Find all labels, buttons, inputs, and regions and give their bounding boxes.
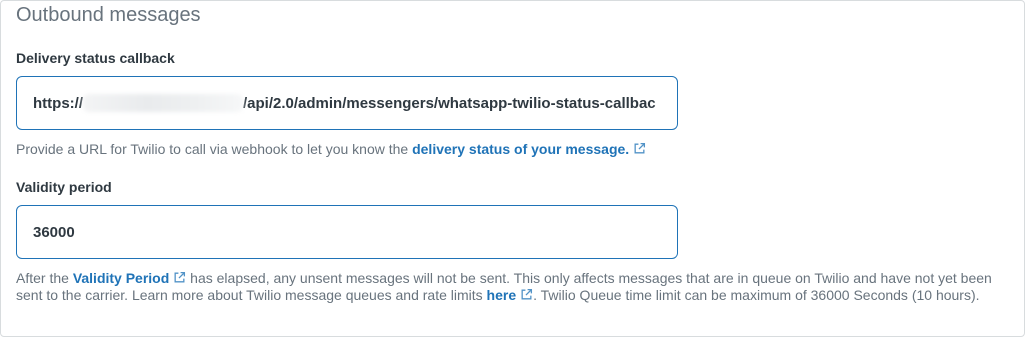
external-link-icon[interactable] (173, 271, 186, 284)
callback-url-prefix: https:// (33, 94, 83, 112)
validity-period-label: Validity period (16, 179, 112, 195)
validity-hint: After the Validity Period has elapsed, a… (16, 270, 1016, 304)
validity-hint-text-1: After the (16, 270, 73, 286)
validity-hint-text-3: . Twilio Queue time limit can be maximum… (533, 287, 980, 303)
validity-period-value: 36000 (33, 223, 75, 241)
validity-period-input[interactable]: 36000 (16, 205, 678, 259)
external-link-icon[interactable] (520, 288, 533, 301)
delivery-status-callback-input[interactable]: https:// /api/2.0/admin/messengers/whats… (16, 76, 678, 130)
callback-hint: Provide a URL for Twilio to call via web… (16, 141, 646, 158)
callback-url-suffix: /api/2.0/admin/messengers/whatsapp-twili… (243, 94, 656, 112)
outbound-messages-panel: Outbound messages Delivery status callba… (0, 0, 1025, 337)
delivery-status-link[interactable]: delivery status of your message. (412, 141, 629, 157)
rate-limits-link[interactable]: here (487, 287, 517, 303)
section-title: Outbound messages (16, 4, 201, 26)
redacted-host (83, 94, 243, 112)
validity-period-link[interactable]: Validity Period (73, 270, 169, 286)
callback-hint-text: Provide a URL for Twilio to call via web… (16, 141, 413, 157)
delivery-status-callback-label: Delivery status callback (16, 50, 175, 66)
external-link-icon[interactable] (633, 142, 646, 155)
